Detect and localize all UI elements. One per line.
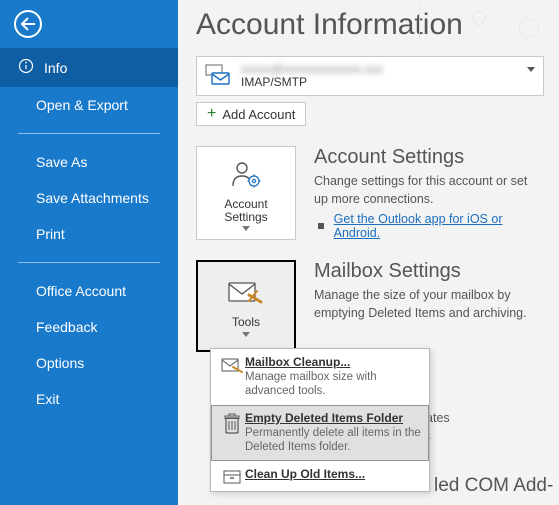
sidebar-item-feedback[interactable]: Feedback [0, 309, 178, 345]
add-account-label: Add Account [222, 107, 295, 122]
menu-item-title: Empty Deleted Items Folder [245, 411, 421, 425]
sidebar-item-label: Exit [36, 391, 59, 407]
tools-button[interactable]: Tools [196, 260, 296, 352]
menu-item-title: Clean Up Old Items... [245, 467, 421, 481]
chevron-down-icon [527, 67, 535, 72]
sidebar-item-label: Feedback [36, 319, 97, 335]
sidebar-item-label: Save Attachments [36, 190, 149, 206]
account-settings-text: Account Settings Change settings for thi… [314, 146, 559, 240]
tools-button-label: Tools [232, 316, 260, 329]
menu-item-mailbox-cleanup[interactable]: Mailbox Cleanup... Manage mailbox size w… [211, 349, 429, 405]
person-gear-icon [229, 159, 263, 192]
sidebar-separator [18, 133, 160, 134]
back-button[interactable] [14, 10, 42, 38]
sidebar-item-label: Info [44, 60, 67, 76]
mailbox-settings-title: Mailbox Settings [314, 260, 539, 283]
mailbox-settings-text: Mailbox Settings Manage the size of your… [314, 260, 559, 352]
sidebar-item-label: Office Account [36, 283, 126, 299]
sidebar-item-save-attachments[interactable]: Save Attachments [0, 180, 178, 216]
account-settings-link-row: Get the Outlook app for iOS or Android. [314, 212, 539, 240]
mailbox-cleanup-icon [219, 355, 245, 399]
chevron-down-icon [242, 226, 250, 231]
account-settings-button[interactable]: Account Settings [196, 146, 296, 240]
account-text: xxxxx@xxxxxxxxxxxxx.xxx IMAP/SMTP [241, 63, 383, 89]
info-icon [18, 58, 34, 77]
plus-icon: + [207, 106, 216, 122]
account-settings-description: Change settings for this account or set … [314, 173, 539, 208]
sidebar-item-print[interactable]: Print [0, 216, 178, 252]
backstage-sidebar: Info Open & Export Save As Save Attachme… [0, 0, 178, 505]
sidebar-separator [18, 262, 160, 263]
mailbox-settings-section: Tools Mailbox Settings Manage the size o… [196, 260, 559, 352]
trash-icon [219, 411, 245, 455]
archive-icon [219, 467, 245, 485]
menu-item-cleanup-old[interactable]: Clean Up Old Items... [211, 461, 429, 491]
sidebar-item-label: Options [36, 355, 84, 371]
sidebar-item-label: Print [36, 226, 65, 242]
arrow-left-icon [20, 17, 36, 31]
menu-item-empty-deleted[interactable]: Empty Deleted Items Folder Permanently d… [211, 405, 429, 461]
chevron-down-icon [242, 332, 250, 337]
page-title: Account Information [196, 8, 559, 42]
menu-item-title: Mailbox Cleanup... [245, 355, 421, 369]
bullet-icon [318, 223, 324, 229]
tools-dropdown-menu: Mailbox Cleanup... Manage mailbox size w… [210, 348, 430, 492]
sidebar-item-info[interactable]: Info [0, 48, 178, 87]
sidebar-item-office-account[interactable]: Office Account [0, 273, 178, 309]
sidebar-item-label: Open & Export [36, 97, 128, 113]
mailbox-tools-icon [227, 279, 265, 310]
mail-icon [205, 64, 231, 89]
sidebar-item-open-export[interactable]: Open & Export [0, 87, 178, 123]
account-settings-section: Account Settings Account Settings Change… [196, 146, 559, 240]
account-email: xxxxx@xxxxxxxxxxxxx.xxx [241, 63, 383, 76]
sidebar-item-save-as[interactable]: Save As [0, 144, 178, 180]
sidebar-item-options[interactable]: Options [0, 345, 178, 381]
mailbox-settings-description: Manage the size of your mailbox by empty… [314, 287, 539, 322]
sidebar-item-exit[interactable]: Exit [0, 381, 178, 417]
account-selector[interactable]: xxxxx@xxxxxxxxxxxxx.xxx IMAP/SMTP [196, 56, 544, 96]
sidebar-item-label: Save As [36, 154, 87, 170]
add-account-button[interactable]: + Add Account [196, 102, 306, 126]
menu-item-desc: Manage mailbox size with advanced tools. [245, 370, 421, 399]
menu-item-desc: Permanently delete all items in the Dele… [245, 426, 421, 455]
account-settings-title: Account Settings [314, 146, 539, 169]
account-type: IMAP/SMTP [241, 76, 383, 89]
disabled-addins-title-fragment: led COM Add- [434, 475, 553, 497]
outlook-app-link[interactable]: Get the Outlook app for iOS or Android. [334, 212, 539, 240]
account-settings-button-label: Account Settings [201, 198, 291, 224]
